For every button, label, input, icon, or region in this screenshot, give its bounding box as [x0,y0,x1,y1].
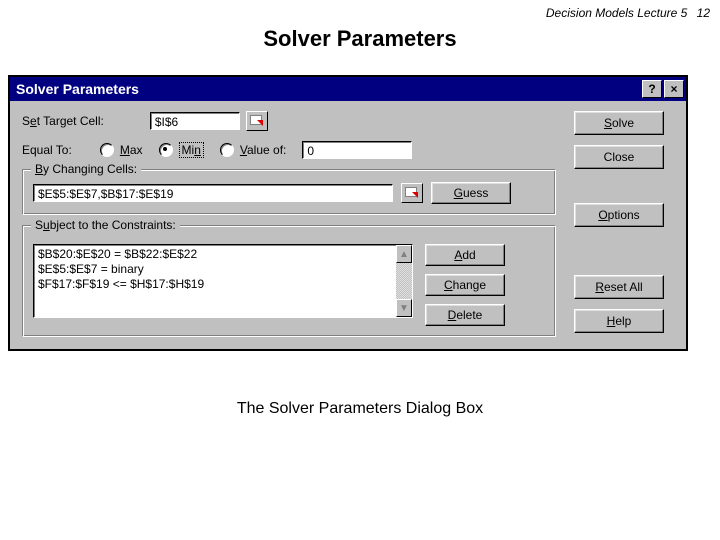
radio-max[interactable] [100,143,114,157]
solver-parameters-window: Solver Parameters ? × Set Target Cell: $… [8,75,688,351]
list-item[interactable]: $B$20:$E$20 = $B$22:$E$22 [38,247,392,262]
constraints-listbox[interactable]: $B$20:$E$20 = $B$22:$E$22 $E$5:$E$7 = bi… [33,244,413,318]
caption: The Solver Parameters Dialog Box [0,400,720,418]
target-cell-row: Set Target Cell: $I$6 [22,111,556,131]
scrollbar[interactable]: ▲ ▼ [396,245,412,317]
delete-button[interactable]: Delete [425,304,505,326]
options-button[interactable]: Options [574,203,664,227]
equal-to-label: Equal To: [22,143,72,157]
scroll-up-icon[interactable]: ▲ [396,245,412,263]
radio-min[interactable] [159,143,173,157]
equal-to-row: Equal To: Max Min Value of: 0 [22,141,556,159]
help-icon[interactable]: ? [642,80,662,98]
changing-cells-legend: By Changing Cells: [31,162,141,176]
target-cell-input[interactable]: $I$6 [150,112,240,130]
help-button[interactable]: Help [574,309,664,333]
add-button[interactable]: Add [425,244,505,266]
window-title: Solver Parameters [16,81,139,97]
reset-all-button[interactable]: Reset All [574,275,664,299]
slide-title: Solver Parameters [0,26,720,52]
page-number: 12 [691,6,710,20]
changing-cells-group: By Changing Cells: $E$5:$E$7,$B$17:$E$19… [22,169,556,215]
range-picker-icon[interactable] [401,183,423,203]
list-item[interactable]: $F$17:$F$19 <= $H$17:$H$19 [38,277,392,292]
solve-button[interactable]: Solve [574,111,664,135]
changing-cells-input[interactable]: $E$5:$E$7,$B$17:$E$19 [33,184,393,202]
radio-value-label: Value of: [240,143,287,157]
page-header: Decision Models Lecture 5 12 [546,6,710,20]
close-button[interactable]: Close [574,145,664,169]
radio-min-label: Min [179,142,204,158]
close-icon[interactable]: × [664,80,684,98]
radio-max-label: Max [120,143,143,157]
course-label: Decision Models Lecture 5 [546,6,687,20]
change-button[interactable]: Change [425,274,505,296]
constraints-group: Subject to the Constraints: $B$20:$E$20 … [22,225,556,337]
value-of-input[interactable]: 0 [302,141,412,159]
list-item[interactable]: $E$5:$E$7 = binary [38,262,392,277]
constraints-legend: Subject to the Constraints: [31,218,180,232]
guess-button[interactable]: Guess [431,182,511,204]
target-cell-label: Set Target Cell: [22,114,104,128]
scroll-down-icon[interactable]: ▼ [396,299,412,317]
range-picker-icon[interactable] [246,111,268,131]
titlebar[interactable]: Solver Parameters ? × [10,77,686,101]
radio-value[interactable] [220,143,234,157]
